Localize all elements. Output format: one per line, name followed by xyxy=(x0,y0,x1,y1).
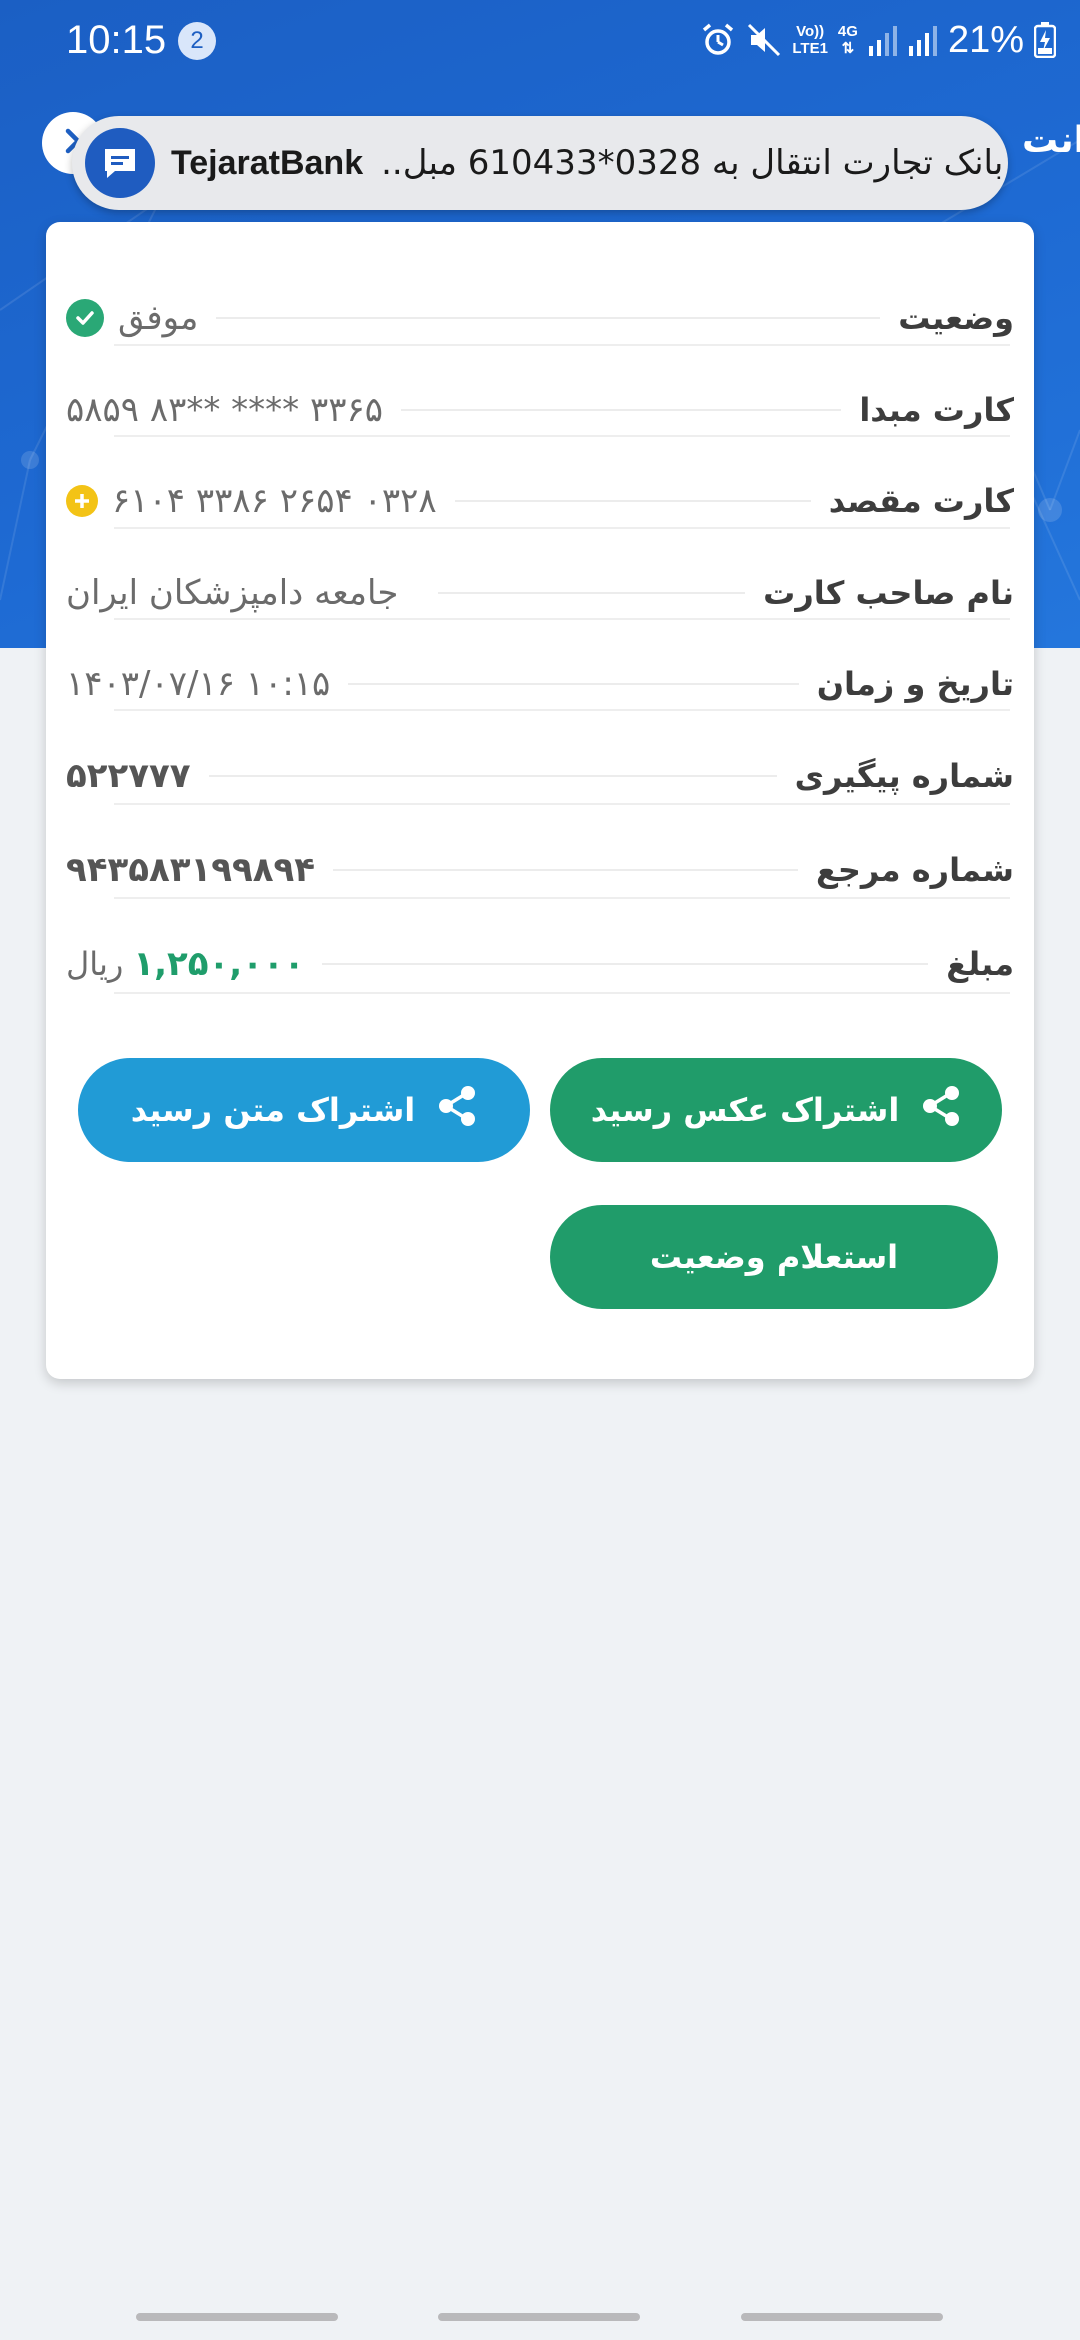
status-time: 10:15 xyxy=(66,18,167,62)
status-value: موفق xyxy=(118,298,199,338)
datetime-label: تاریخ و زمان xyxy=(816,665,1014,703)
receipt-card: وضعیت موفق کارت مبدا ۵۸۵۹ ۸۳** **** ۳۳۶۵… xyxy=(46,222,1034,1379)
nav-bar-home[interactable] xyxy=(438,2313,640,2321)
status-label: وضعیت xyxy=(898,299,1014,337)
row-separator xyxy=(114,527,1010,529)
card-holder-label: نام صاحب کارت xyxy=(763,574,1014,612)
row-separator xyxy=(114,344,1010,346)
notification-text: بانک تجارت انتقال به 0328*610433 مبل.. xyxy=(381,143,1004,183)
nav-bar-recents[interactable] xyxy=(136,2313,338,2321)
notification-count-badge: 2 xyxy=(178,22,216,60)
source-card-label: کارت مبدا xyxy=(859,391,1014,429)
destination-card-label: کارت مقصد xyxy=(828,482,1014,520)
mute-icon xyxy=(746,22,782,58)
destination-card-row: کارت مقصد ۶۱۰۴ ۳۳۸۶ ۲۶۵۴ ۰۳۲۸ xyxy=(66,455,1014,547)
signal-icon xyxy=(868,24,898,56)
tracking-number-value: ۵۲۲۷۷۷ xyxy=(66,756,191,796)
row-separator xyxy=(114,897,1010,899)
check-circle-icon xyxy=(66,299,104,337)
card-holder-value: جامعه دامپزشکان ایران xyxy=(66,573,399,613)
status-inquiry-label: استعلام وضعیت xyxy=(649,1238,899,1276)
notification-banner[interactable]: TejaratBank بانک تجارت انتقال به 0328*61… xyxy=(72,116,1008,210)
card-holder-row: نام صاحب کارت جامعه دامپزشکان ایران xyxy=(66,547,1014,639)
nav-bar-back[interactable] xyxy=(741,2313,943,2321)
alarm-icon xyxy=(700,22,736,58)
share-text-label: اشتراک متن رسید xyxy=(130,1091,416,1129)
row-divider xyxy=(438,592,746,594)
row-separator xyxy=(114,803,1010,805)
row-divider xyxy=(216,317,881,319)
amount-value: ۱,۲۵۰,۰۰۰ xyxy=(133,944,305,984)
notification-app-name: TejaratBank xyxy=(171,143,364,182)
row-divider xyxy=(454,500,811,502)
add-card-icon[interactable] xyxy=(66,485,98,517)
share-text-button[interactable]: اشتراک متن رسید xyxy=(78,1058,530,1162)
battery-charging-icon xyxy=(1034,22,1056,58)
share-icon xyxy=(921,1085,961,1135)
row-separator xyxy=(114,618,1010,620)
status-inquiry-button[interactable]: استعلام وضعیت xyxy=(550,1205,998,1309)
destination-card-value: ۶۱۰۴ ۳۳۸۶ ۲۶۵۴ ۰۳۲۸ xyxy=(112,481,437,521)
page-title: انت xyxy=(1022,120,1080,161)
row-separator xyxy=(114,709,1010,711)
amount-unit: ریال xyxy=(66,945,124,983)
network-type-indicator: 4G ⇅ xyxy=(837,23,858,57)
reference-number-label: شماره مرجع xyxy=(815,851,1014,889)
row-separator xyxy=(114,435,1010,437)
share-image-button[interactable]: اشتراک عکس رسید xyxy=(550,1058,1002,1162)
volte-indicator: Vo)) LTE1 xyxy=(792,23,828,57)
reference-number-value: ۹۴۳۵۸۳۱۹۹۸۹۴ xyxy=(66,850,316,890)
battery-percentage: 21% xyxy=(947,18,1024,61)
status-icons: Vo)) LTE1 4G ⇅ 21% xyxy=(700,14,1056,66)
source-card-row: کارت مبدا ۵۸۵۹ ۸۳** **** ۳۳۶۵ xyxy=(66,364,1014,456)
message-icon xyxy=(85,128,155,198)
tracking-number-row: شماره پیگیری ۵۲۲۷۷۷ xyxy=(66,730,1014,822)
amount-label: مبلغ xyxy=(946,945,1014,983)
status-row: وضعیت موفق xyxy=(66,272,1014,364)
row-divider xyxy=(322,963,929,965)
datetime-value: ۱۴۰۳/۰۷/۱۶ ۱۰:۱۵ xyxy=(66,664,331,704)
row-separator xyxy=(114,992,1010,994)
reference-number-row: شماره مرجع ۹۴۳۵۸۳۱۹۹۸۹۴ xyxy=(66,824,1014,916)
signal-icon-sim2 xyxy=(908,24,938,56)
tracking-number-label: شماره پیگیری xyxy=(794,757,1014,795)
row-divider xyxy=(333,869,798,871)
datetime-row: تاریخ و زمان ۱۴۰۳/۰۷/۱۶ ۱۰:۱۵ xyxy=(66,638,1014,730)
row-divider xyxy=(208,775,777,777)
share-image-label: اشتراک عکس رسید xyxy=(590,1091,900,1129)
amount-row: مبلغ ۱,۲۵۰,۰۰۰ ریال xyxy=(66,918,1014,1010)
share-icon xyxy=(437,1085,477,1135)
row-divider xyxy=(348,683,799,685)
status-bar: 10:15 2 Vo)) LTE1 4G ⇅ 21% xyxy=(0,0,1080,82)
source-card-value: ۵۸۵۹ ۸۳** **** ۳۳۶۵ xyxy=(66,390,384,430)
row-divider xyxy=(401,409,842,411)
